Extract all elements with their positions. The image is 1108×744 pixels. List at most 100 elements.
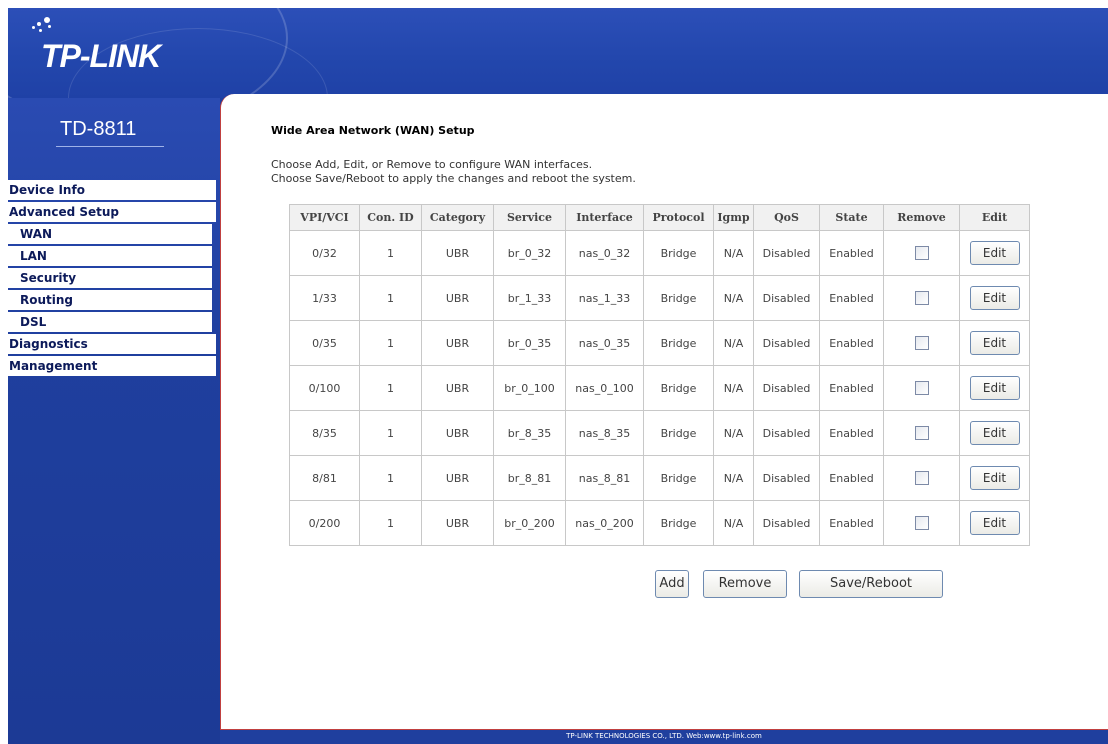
wan-table: VPI/VCI Con. ID Category Service Interface Pr… [289,204,1030,546]
table-cell: N/A [713,455,754,501]
sidebar-item-dsl[interactable]: DSL [8,312,212,332]
app-window: TP-LINK TD-8811 Device Info Advanced Setu… [8,8,1108,744]
edit-button[interactable]: Edit [969,421,1020,445]
remove-button[interactable]: Remove [703,570,787,598]
remove-cell [883,500,960,546]
table-cell: Enabled [819,455,884,501]
table-header-row: VPI/VCI Con. ID Category Service Interface Pr… [289,204,1030,231]
edit-button[interactable]: Edit [969,331,1020,355]
sidebar-item-wan[interactable]: WAN [8,224,212,244]
remove-checkbox[interactable] [914,471,929,485]
edit-cell: Edit [959,365,1030,411]
footer-text: TP-LINK TECHNOLOGIES CO., LTD. Web:www.t… [566,732,762,740]
page-title: Wide Area Network (WAN) Setup [271,124,475,137]
table-cell: 8/81 [289,455,360,501]
edit-cell: Edit [959,500,1030,546]
table-cell: N/A [713,230,754,276]
column-header: Edit [959,204,1030,231]
column-header: Remove [883,204,960,231]
remove-cell [883,365,960,411]
table-cell: br_0_35 [493,320,566,366]
sidebar-item-advanced-setup[interactable]: Advanced Setup [8,202,216,222]
table-cell: br_0_32 [493,230,566,276]
table-cell: UBR [421,230,494,276]
table-cell: Disabled [753,365,820,411]
sidebar-item-security[interactable]: Security [8,268,212,288]
main-content: Wide Area Network (WAN) Setup Choose Add… [220,94,1108,730]
edit-cell: Edit [959,455,1030,501]
table-body: 0/32 1 UBR br_0_32 nas_0_32 Bridge N/A Disabled… [289,230,1030,546]
remove-checkbox[interactable] [914,516,929,530]
sidebar-menu: Device Info Advanced Setup WAN LAN Security R… [8,180,220,378]
edit-cell: Edit [959,320,1030,366]
table-cell: UBR [421,365,494,411]
table-row: 0/100 1 UBR br_0_100 nas_0_100 Bridge N/A Disab… [289,365,1030,411]
sidebar-item-management[interactable]: Management [8,356,216,376]
remove-checkbox[interactable] [914,336,929,350]
table-cell: Disabled [753,230,820,276]
sidebar-item-lan[interactable]: LAN [8,246,212,266]
table-cell: 0/200 [289,500,360,546]
edit-button[interactable]: Edit [969,376,1020,400]
table-row: 0/35 1 UBR br_0_35 nas_0_35 Bridge N/A Disabled… [289,320,1030,366]
table-cell: Enabled [819,410,884,456]
table-cell: Enabled [819,320,884,366]
table-cell: 1 [359,455,422,501]
table-cell: Disabled [753,320,820,366]
table-cell: 1 [359,410,422,456]
column-header: QoS [753,204,820,231]
remove-checkbox[interactable] [914,246,929,260]
table-cell: Bridge [643,410,714,456]
model-name: TD-8811 [60,118,137,140]
remove-checkbox[interactable] [914,381,929,395]
table-cell: nas_0_35 [565,320,644,366]
edit-cell: Edit [959,230,1030,276]
table-cell: br_8_81 [493,455,566,501]
table-cell: br_0_200 [493,500,566,546]
table-cell: Disabled [753,455,820,501]
column-header: Service [493,204,566,231]
table-cell: Disabled [753,500,820,546]
table-cell: br_8_35 [493,410,566,456]
edit-button[interactable]: Edit [969,286,1020,310]
edit-button[interactable]: Edit [969,511,1020,535]
table-row: 8/81 1 UBR br_8_81 nas_8_81 Bridge N/A Disabled… [289,455,1030,501]
table-cell: 1 [359,230,422,276]
remove-checkbox[interactable] [914,426,929,440]
table-cell: UBR [421,500,494,546]
table-cell: 8/35 [289,410,360,456]
table-cell: Bridge [643,230,714,276]
save-reboot-button[interactable]: Save/Reboot [799,570,943,598]
table-cell: 0/35 [289,320,360,366]
table-cell: Disabled [753,410,820,456]
edit-cell: Edit [959,275,1030,321]
table-cell: UBR [421,410,494,456]
table-cell: 1/33 [289,275,360,321]
edit-button[interactable]: Edit [969,241,1020,265]
header-banner: TP-LINK [8,8,1108,98]
remove-cell [883,275,960,321]
column-header: VPI/VCI [289,204,360,231]
sidebar-item-diagnostics[interactable]: Diagnostics [8,334,216,354]
table-row: 8/35 1 UBR br_8_35 nas_8_35 Bridge N/A Disabled… [289,410,1030,456]
table-cell: Bridge [643,455,714,501]
table-cell: UBR [421,455,494,501]
sidebar-item-routing[interactable]: Routing [8,290,212,310]
sidebar: TD-8811 Device Info Advanced Setup WAN LAN S… [8,98,220,744]
edit-button[interactable]: Edit [969,466,1020,490]
table-cell: N/A [713,500,754,546]
table-cell: 0/32 [289,230,360,276]
table-cell: nas_1_33 [565,275,644,321]
table-row: 1/33 1 UBR br_1_33 nas_1_33 Bridge N/A Disabled… [289,275,1030,321]
logo-dots-icon [30,14,58,38]
table-cell: 1 [359,275,422,321]
column-header: State [819,204,884,231]
sidebar-item-device-info[interactable]: Device Info [8,180,216,200]
table-cell: 0/100 [289,365,360,411]
brand-logo: TP-LINK [41,38,161,74]
remove-checkbox[interactable] [914,291,929,305]
column-header: Igmp [713,204,754,231]
add-button[interactable]: Add [655,570,689,598]
model-underline [56,146,164,147]
remove-cell [883,230,960,276]
